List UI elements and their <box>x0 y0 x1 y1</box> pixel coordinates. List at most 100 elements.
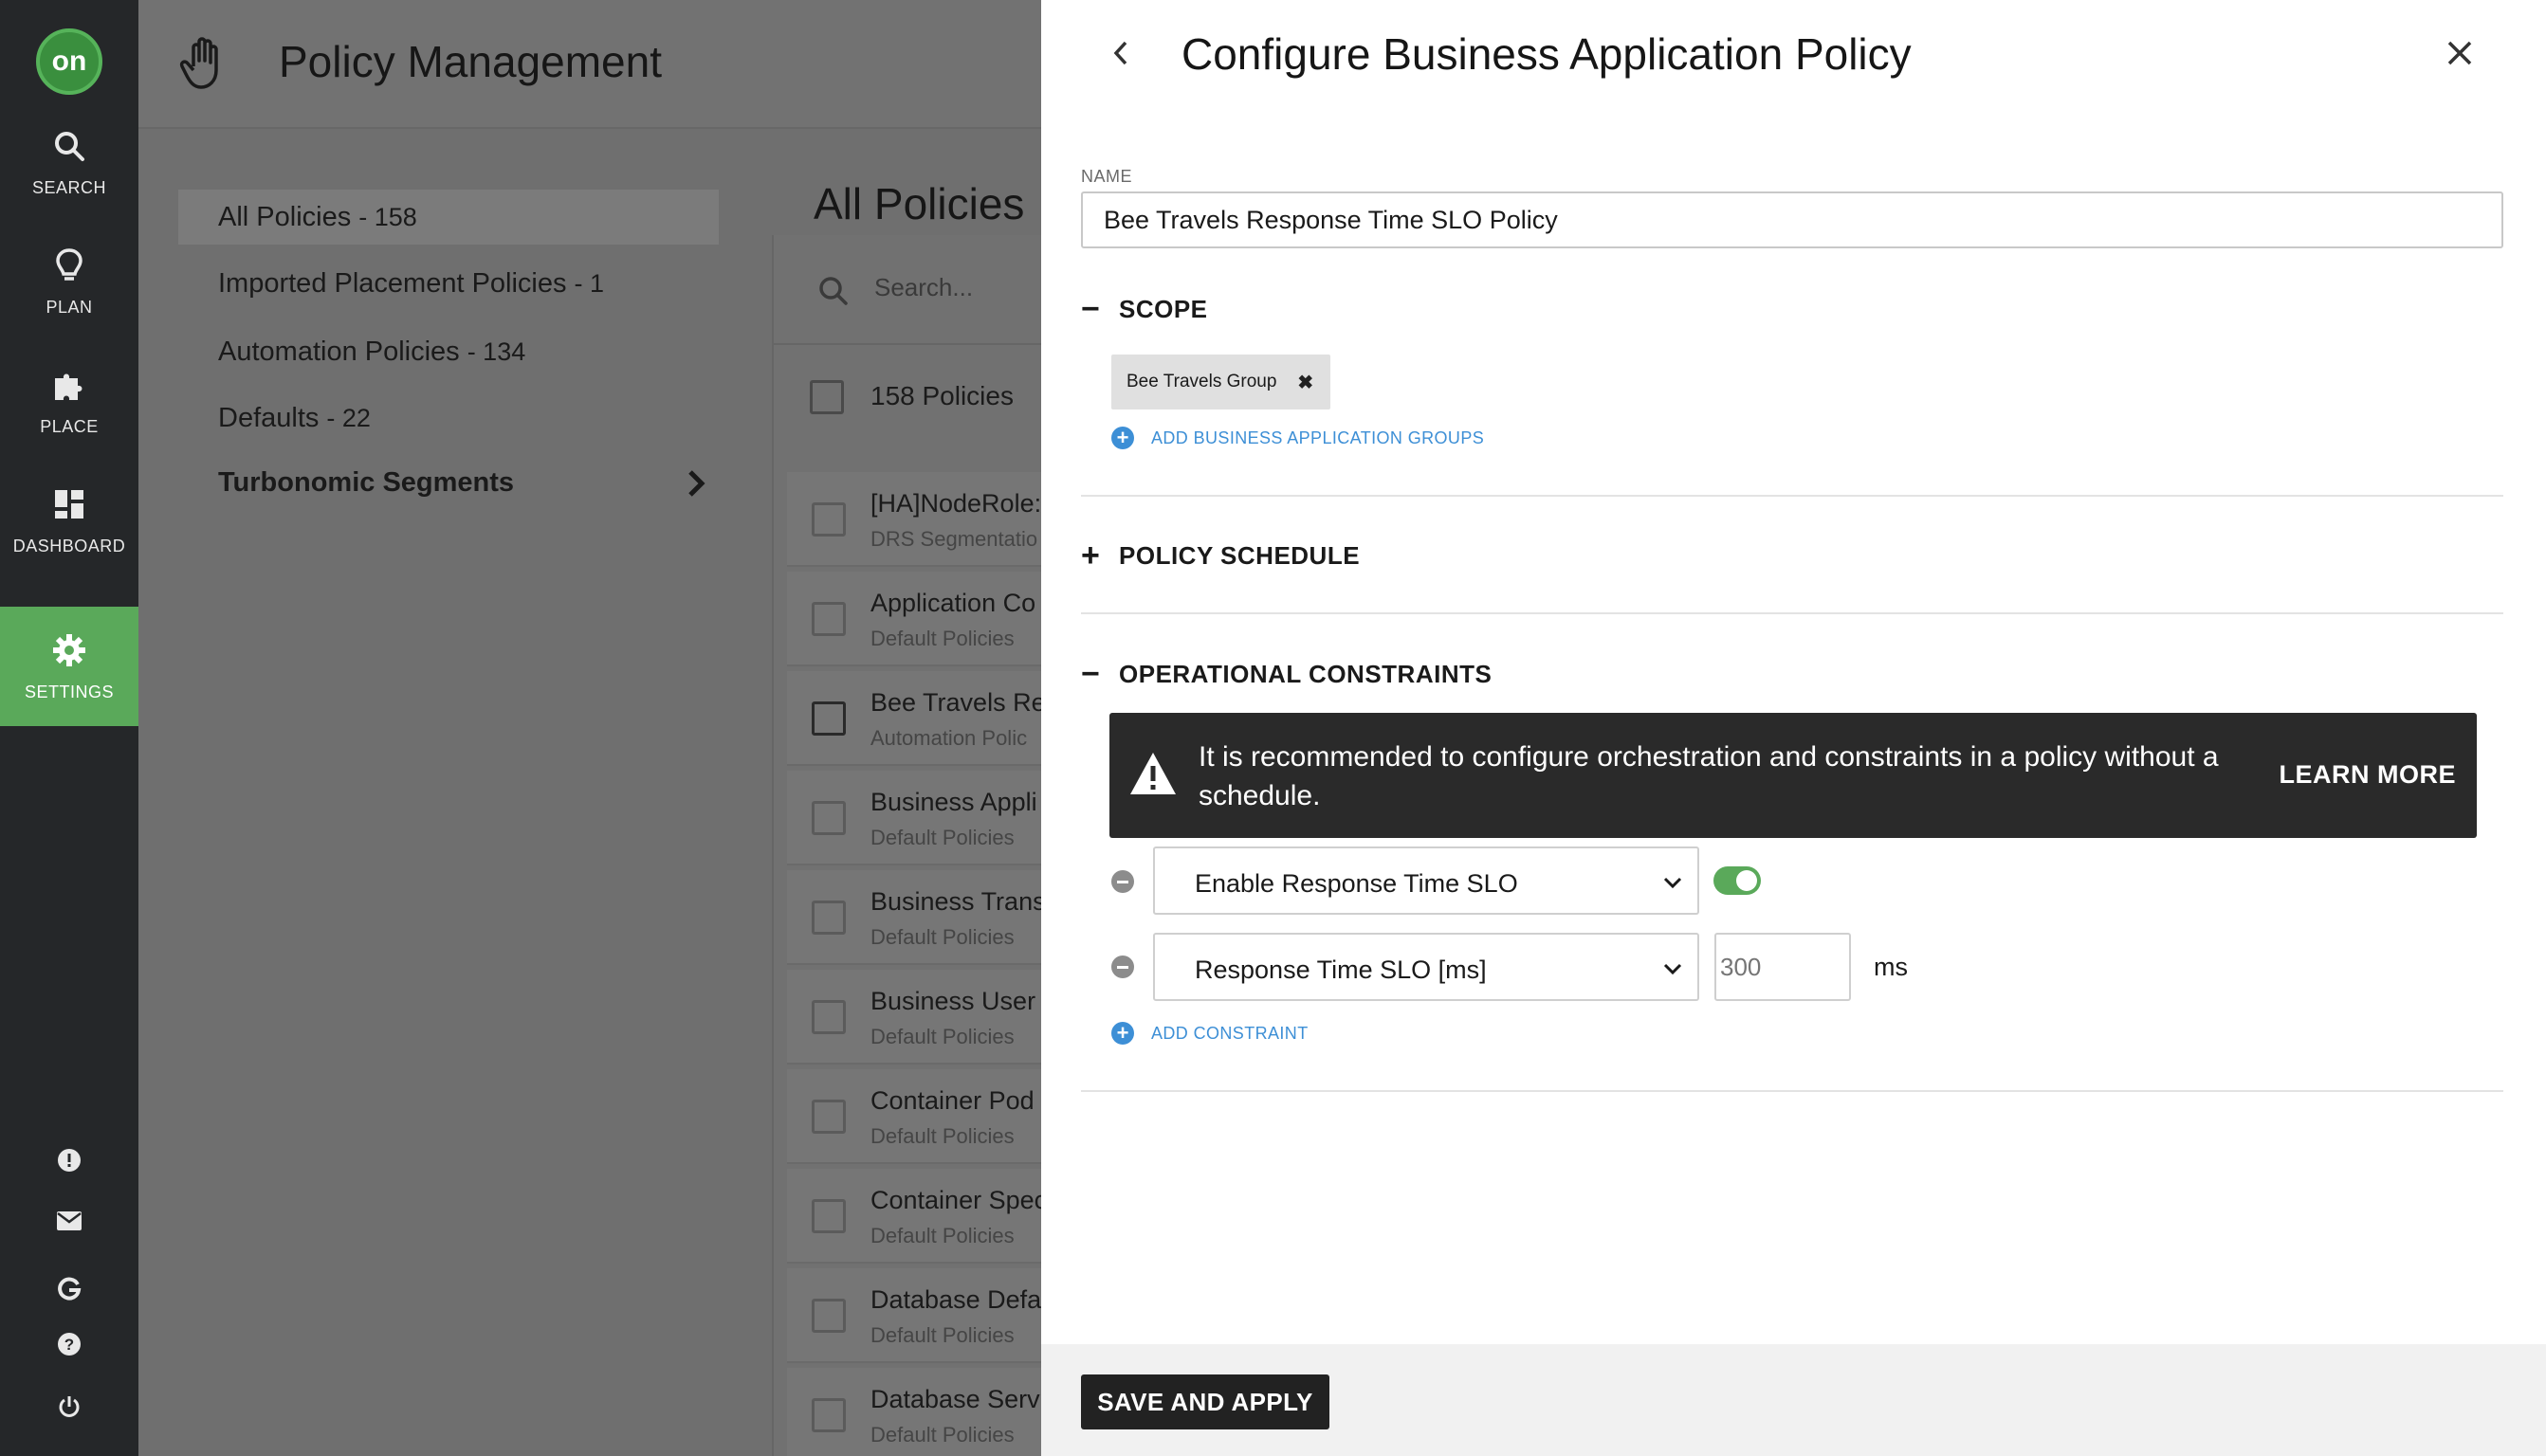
constraint-select[interactable]: Enable Response Time SLO <box>1153 846 1699 915</box>
response-time-slo-input[interactable] <box>1714 933 1851 1001</box>
policy-schedule-section-header[interactable]: + POLICY SCHEDULE <box>1081 537 1360 574</box>
chevron-down-icon <box>1663 877 1682 889</box>
chevron-down-icon <box>1663 963 1682 975</box>
unit-label: ms <box>1874 953 1908 981</box>
row-type: Default Policies <box>870 627 1015 650</box>
policy-name-input[interactable] <box>1081 191 2503 248</box>
nav-plan[interactable]: PLAN <box>0 222 138 341</box>
save-and-apply-button[interactable]: SAVE AND APPLY <box>1081 1374 1329 1429</box>
row-type: Default Policies <box>870 1323 1015 1347</box>
toggle-knob <box>1736 870 1757 891</box>
schedule-title: POLICY SCHEDULE <box>1119 540 1361 570</box>
close-icon <box>2447 41 2472 65</box>
power-icon[interactable] <box>50 1388 88 1426</box>
scope-group-chip: Bee Travels Group ✖ <box>1111 355 1331 410</box>
constraints-title: OPERATIONAL CONSTRAINTS <box>1119 659 1493 688</box>
row-name: Business Appli <box>870 788 1037 816</box>
dashboard-icon <box>50 485 88 523</box>
warning-banner: It is recommended to configure orchestra… <box>1109 713 2477 838</box>
row-checkbox[interactable] <box>812 1299 846 1333</box>
nav-search[interactable]: SEARCH <box>0 102 138 222</box>
row-type: Default Policies <box>870 925 1015 949</box>
page-title: Policy Management <box>279 37 662 86</box>
row-checkbox[interactable] <box>812 1398 846 1432</box>
row-name: Bee Travels Re <box>870 688 1046 717</box>
menu-item-count: - 22 <box>326 403 371 432</box>
policy-count: 158 Policies <box>870 381 1014 410</box>
nav-search-label: SEARCH <box>31 177 106 197</box>
row-type: Default Policies <box>870 1025 1015 1048</box>
add-constraint-label: ADD CONSTRAINT <box>1151 1023 1309 1043</box>
minus-icon <box>1117 880 1128 883</box>
close-button[interactable] <box>2441 34 2479 72</box>
nav-place[interactable]: PLACE <box>0 341 138 461</box>
mail-icon[interactable] <box>50 1202 88 1240</box>
menu-item-all-policies[interactable]: All Policies - 158 <box>178 190 719 245</box>
learn-more-link[interactable]: LEARN MORE <box>2280 760 2457 790</box>
help-icon[interactable]: ? <box>50 1325 88 1363</box>
row-name: Business User <box>870 987 1036 1015</box>
row-type: DRS Segmentatio <box>870 527 1038 551</box>
menu-item-label: Defaults <box>218 402 320 433</box>
name-label: NAME <box>1081 167 1133 186</box>
operational-constraints-section-header[interactable]: − OPERATIONAL CONSTRAINTS <box>1081 655 1492 693</box>
menu-item-automation[interactable]: Automation Policies - 134 <box>178 324 719 379</box>
panel-title: Configure Business Application Policy <box>1181 29 1912 79</box>
row-checkbox[interactable] <box>812 901 846 935</box>
svg-text:?: ? <box>64 1336 74 1354</box>
menu-item-defaults[interactable]: Defaults - 22 <box>178 391 719 446</box>
nav-settings-label: SETTINGS <box>24 682 114 701</box>
menu-item-label: Automation Policies <box>218 336 460 367</box>
row-checkbox[interactable] <box>812 801 846 835</box>
lightbulb-icon <box>50 246 88 284</box>
add-constraint-button[interactable]: + ADD CONSTRAINT <box>1111 1019 1309 1047</box>
nav-dashboard[interactable]: DASHBOARD <box>0 461 138 580</box>
divider <box>1081 495 2503 497</box>
menu-item-count: - 134 <box>467 337 526 366</box>
collapse-icon: − <box>1081 655 1100 692</box>
nav-place-label: PLACE <box>40 416 99 436</box>
nav-settings[interactable]: SETTINGS <box>0 607 138 726</box>
list-title: All Policies <box>814 179 1025 228</box>
row-name: Container Spec <box>870 1186 1048 1214</box>
alert-icon[interactable] <box>50 1141 88 1179</box>
logo[interactable]: on <box>36 28 102 95</box>
hand-icon <box>176 34 233 91</box>
menu-item-label: Turbonomic Segments <box>218 466 515 498</box>
row-checkbox[interactable] <box>812 1100 846 1134</box>
row-checkbox[interactable] <box>812 701 846 736</box>
expand-icon: + <box>1081 537 1100 573</box>
menu-item-turbonomic-segments[interactable]: Turbonomic Segments <box>178 455 719 510</box>
remove-constraint-button[interactable] <box>1111 956 1134 978</box>
row-checkbox[interactable] <box>812 602 846 636</box>
back-button[interactable] <box>1102 34 1140 72</box>
gear-icon <box>50 631 88 669</box>
constraint-select[interactable]: Response Time SLO [ms] <box>1153 933 1699 1001</box>
configure-policy-panel: Configure Business Application Policy NA… <box>1041 0 2546 1456</box>
divider <box>1081 612 2503 614</box>
row-checkbox[interactable] <box>812 1199 846 1233</box>
constraint-select-value: Enable Response Time SLO <box>1195 869 1518 898</box>
row-checkbox[interactable] <box>812 502 846 537</box>
remove-constraint-button[interactable] <box>1111 870 1134 893</box>
select-all-checkbox[interactable] <box>810 380 844 414</box>
add-business-application-groups-button[interactable]: + ADD BUSINESS APPLICATION GROUPS <box>1111 424 1484 452</box>
add-circle-icon: + <box>1111 1022 1134 1045</box>
add-circle-icon: + <box>1111 427 1134 449</box>
enable-response-time-slo-toggle[interactable] <box>1713 866 1761 895</box>
chevron-right-icon <box>683 468 709 499</box>
menu-item-label: All Policies <box>218 201 352 232</box>
google-icon[interactable] <box>50 1270 88 1308</box>
menu-item-count: - 1 <box>574 268 605 298</box>
menu-item-imported-placement[interactable]: Imported Placement Policies - 1 <box>178 256 719 311</box>
divider <box>1081 1090 2503 1092</box>
scope-section-header[interactable]: − SCOPE <box>1081 290 1208 328</box>
menu-item-label: Imported Placement Policies <box>218 267 567 299</box>
remove-chip-icon[interactable]: ✖ <box>1297 371 1313 394</box>
row-type: Default Policies <box>870 826 1015 849</box>
row-name: [HA]NodeRole: <box>870 489 1042 518</box>
warning-icon <box>1128 751 1178 796</box>
row-name: Database Defa <box>870 1285 1042 1314</box>
row-checkbox[interactable] <box>812 1000 846 1034</box>
row-type: Default Policies <box>870 1224 1015 1247</box>
